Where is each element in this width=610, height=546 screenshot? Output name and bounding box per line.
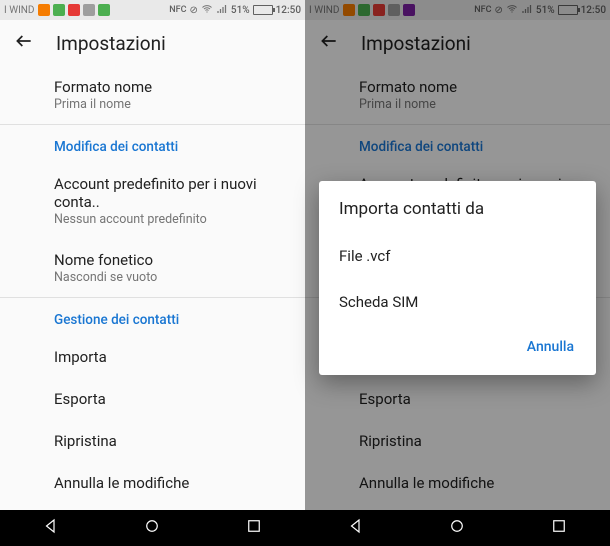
carrier-label: I WIND — [4, 5, 35, 16]
no-sim-icon: ⊘ — [190, 5, 198, 16]
back-icon[interactable] — [14, 31, 34, 55]
nfc-icon: NFC — [474, 5, 491, 15]
row-title: Esporta — [359, 390, 594, 408]
nav-home-icon[interactable] — [448, 517, 466, 539]
page-title: Impostazioni — [361, 32, 471, 55]
clock: 12:50 — [276, 5, 301, 16]
page-title: Impostazioni — [56, 32, 166, 55]
row-title: Ripristina — [359, 432, 594, 450]
wifi-icon — [201, 3, 213, 18]
dialog-option-vcf[interactable]: File .vcf — [319, 233, 596, 279]
row-title: Formato nome — [359, 78, 594, 96]
status-bar: I WIND NFC ⊘ 51% 12:50 — [0, 0, 305, 20]
import-dialog: Importa contatti da File .vcf Scheda SIM… — [319, 181, 596, 375]
notif-icon — [358, 4, 370, 16]
nfc-icon: NFC — [169, 5, 186, 15]
row-title: Annulla le modifiche — [54, 474, 289, 492]
notif-icon — [373, 4, 385, 16]
notif-icon — [388, 4, 400, 16]
nav-home-icon[interactable] — [143, 517, 161, 539]
nav-back-icon[interactable] — [42, 517, 60, 539]
row-subtitle: Prima il nome — [359, 97, 594, 112]
row-export[interactable]: Esporta — [0, 378, 305, 420]
row-name-format[interactable]: Formato nome Prima il nome — [0, 66, 305, 124]
notif-icon — [98, 4, 110, 16]
row-default-account[interactable]: Account predefinito per i nuovi conta.. … — [0, 163, 305, 239]
row-restore[interactable]: Ripristina — [0, 420, 305, 462]
battery-pct: 51% — [536, 5, 555, 16]
status-bar: I WIND NFC ⊘ 51% 12:50 — [305, 0, 610, 20]
battery-icon — [558, 5, 578, 15]
nav-recent-icon[interactable] — [245, 517, 263, 539]
notif-icon — [68, 4, 80, 16]
notif-icon — [38, 4, 50, 16]
section-header-edit: Modifica dei contatti — [0, 125, 305, 163]
app-bar: Impostazioni — [305, 20, 610, 66]
no-sim-icon: ⊘ — [495, 5, 503, 16]
dialog-title: Importa contatti da — [319, 181, 596, 233]
app-bar: Impostazioni — [0, 20, 305, 66]
signal-icon — [216, 3, 228, 18]
notif-icon — [53, 4, 65, 16]
row-undo-changes[interactable]: Annulla le modifiche — [0, 462, 305, 504]
notif-icon — [343, 4, 355, 16]
row-restore: Ripristina — [305, 420, 610, 462]
back-icon[interactable] — [319, 31, 339, 55]
row-title: Account predefinito per i nuovi conta.. — [54, 175, 289, 211]
row-export: Esporta — [305, 378, 610, 420]
nav-recent-icon[interactable] — [550, 517, 568, 539]
row-name-format: Formato nome Prima il nome — [305, 66, 610, 124]
wifi-icon — [506, 3, 518, 18]
carrier-label: I WIND — [309, 5, 340, 16]
dialog-cancel-button[interactable]: Annulla — [517, 331, 584, 363]
row-subtitle: Nascondi se vuoto — [54, 270, 289, 285]
row-subtitle: Nessun account predefinito — [54, 212, 289, 227]
settings-list[interactable]: Formato nome Prima il nome Modifica dei … — [0, 66, 305, 510]
row-subtitle: Prima il nome — [54, 97, 289, 112]
row-phonetic-name[interactable]: Nome fonetico Nascondi se vuoto — [0, 239, 305, 297]
nav-bar — [305, 510, 610, 546]
notif-icon — [403, 4, 415, 16]
row-title: Esporta — [54, 390, 289, 408]
row-import[interactable]: Importa — [0, 336, 305, 378]
battery-icon — [253, 5, 273, 15]
row-title: Importa — [54, 348, 289, 366]
clock: 12:50 — [581, 5, 606, 16]
row-title: Annulla le modifiche — [359, 474, 594, 492]
row-undo-changes: Annulla le modifiche — [305, 462, 610, 504]
dialog-option-sim[interactable]: Scheda SIM — [319, 279, 596, 325]
row-title: Formato nome — [54, 78, 289, 96]
nav-bar — [0, 510, 305, 546]
section-header-edit: Modifica dei contatti — [305, 125, 610, 163]
row-title: Nome fonetico — [54, 251, 289, 269]
notif-icon — [83, 4, 95, 16]
battery-pct: 51% — [231, 5, 250, 16]
row-title: Ripristina — [54, 432, 289, 450]
signal-icon — [521, 3, 533, 18]
nav-back-icon[interactable] — [347, 517, 365, 539]
section-header-manage: Gestione dei contatti — [0, 298, 305, 336]
